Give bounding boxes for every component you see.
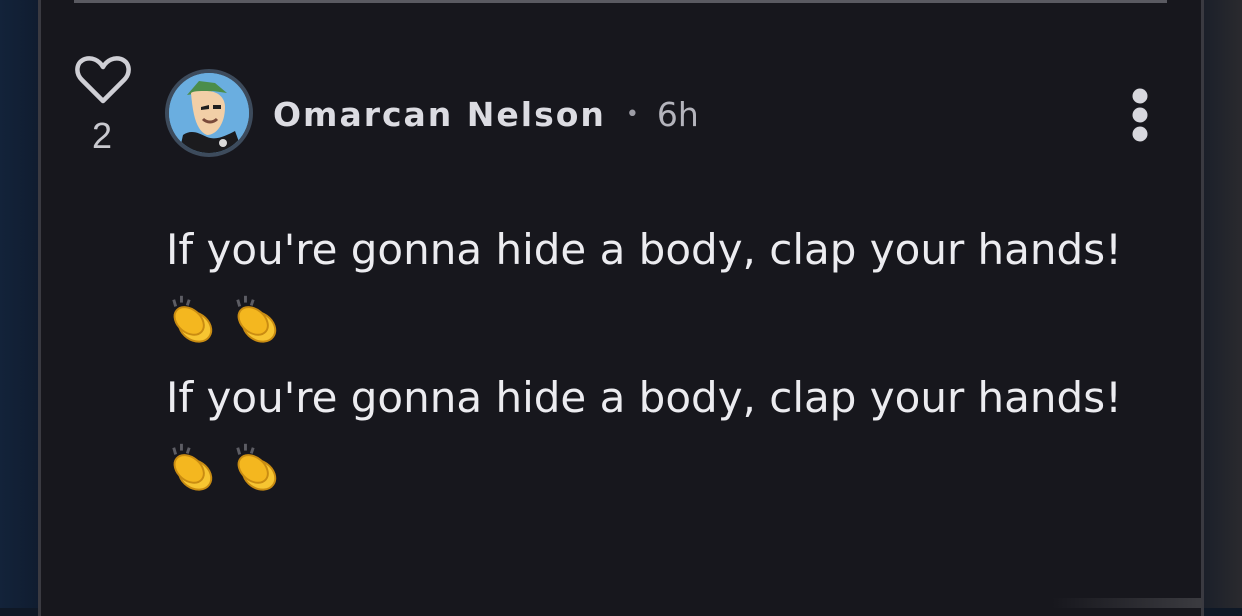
heart-outline-icon[interactable] (74, 54, 132, 106)
clapping-hands-icon (230, 438, 288, 496)
timestamp: 6h (657, 95, 699, 134)
clapping-hands-icon (166, 290, 224, 348)
comment-text-line: If you're gonna hide a body, clap your h… (166, 222, 1176, 278)
more-options-button[interactable] (1118, 84, 1162, 146)
user-avatar-image (169, 73, 249, 153)
comment-header: Omarcan Nelson • 6h (273, 94, 699, 134)
emoji-row (166, 290, 1176, 348)
comment-body: If you're gonna hide a body, clap your h… (166, 222, 1176, 518)
like-count: 2 (74, 118, 130, 154)
clapping-hands-icon (166, 438, 224, 496)
emoji-row (166, 438, 1176, 496)
avatar[interactable] (165, 69, 253, 157)
card-divider (74, 0, 1167, 3)
clapping-hands-icon (230, 290, 288, 348)
author-name[interactable]: Omarcan Nelson (273, 95, 606, 134)
vertical-ellipsis-icon[interactable] (1118, 84, 1162, 146)
header-separator: • (626, 102, 639, 127)
like-button[interactable]: 2 (74, 54, 130, 154)
card-corner-shade (1052, 598, 1202, 608)
comment-text-line: If you're gonna hide a body, clap your h… (166, 370, 1176, 426)
